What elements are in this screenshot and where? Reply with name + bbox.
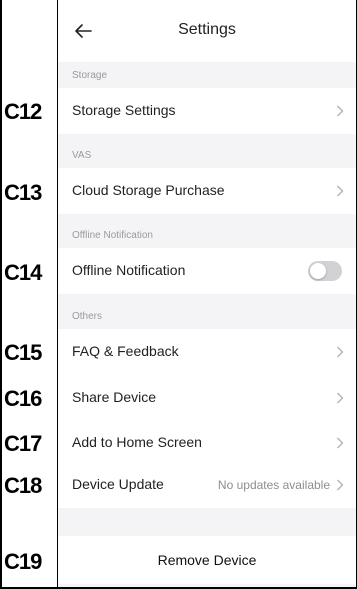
cloud-storage-row[interactable]: Cloud Storage Purchase bbox=[58, 168, 356, 214]
frame-left-border bbox=[0, 0, 2, 589]
faq-feedback-row[interactable]: FAQ & Feedback bbox=[58, 329, 356, 375]
callout-c12: C12 bbox=[4, 99, 42, 124]
remove-device-button[interactable]: Remove Device bbox=[58, 536, 356, 584]
section-label-offline: Offline Notification bbox=[72, 230, 153, 241]
device-update-status: No updates available bbox=[217, 478, 330, 492]
share-device-row[interactable]: Share Device bbox=[58, 375, 356, 421]
add-home-screen-row[interactable]: Add to Home Screen bbox=[58, 420, 356, 466]
page-title: Settings bbox=[178, 21, 236, 38]
storage-settings-label: Storage Settings bbox=[72, 102, 176, 118]
header-bar: Settings bbox=[58, 0, 356, 62]
chevron-right-icon bbox=[337, 185, 344, 197]
chevron-right-icon bbox=[337, 346, 344, 358]
section-label-storage: Storage bbox=[72, 70, 108, 81]
device-update-row[interactable]: Device Update No updates available bbox=[58, 462, 356, 508]
faq-feedback-label: FAQ & Feedback bbox=[72, 343, 179, 359]
callout-c18: C18 bbox=[4, 473, 42, 498]
settings-screen: Settings Storage Storage Settings VAS Cl… bbox=[58, 0, 356, 587]
chevron-right-icon bbox=[337, 105, 344, 117]
cloud-storage-label: Cloud Storage Purchase bbox=[72, 182, 225, 198]
remove-device-label: Remove Device bbox=[157, 552, 257, 568]
callout-c16: C16 bbox=[4, 386, 42, 411]
callout-c13: C13 bbox=[4, 180, 42, 205]
callout-c15: C15 bbox=[4, 340, 42, 365]
toggle-knob bbox=[310, 263, 326, 279]
chevron-right-icon bbox=[337, 392, 344, 404]
section-label-others: Others bbox=[72, 311, 103, 322]
offline-notification-toggle[interactable] bbox=[308, 261, 342, 281]
callout-c19: C19 bbox=[4, 549, 42, 574]
callout-c14: C14 bbox=[4, 260, 42, 285]
chevron-right-icon bbox=[337, 479, 344, 491]
offline-notification-label: Offline Notification bbox=[72, 262, 186, 278]
callout-c17: C17 bbox=[4, 431, 42, 456]
section-label-vas: VAS bbox=[72, 150, 92, 161]
device-update-label: Device Update bbox=[72, 476, 164, 492]
add-home-screen-label: Add to Home Screen bbox=[72, 434, 202, 450]
chevron-right-icon bbox=[337, 437, 344, 449]
storage-settings-row[interactable]: Storage Settings bbox=[58, 88, 356, 134]
share-device-label: Share Device bbox=[72, 389, 157, 405]
offline-notification-row: Offline Notification bbox=[58, 248, 356, 294]
